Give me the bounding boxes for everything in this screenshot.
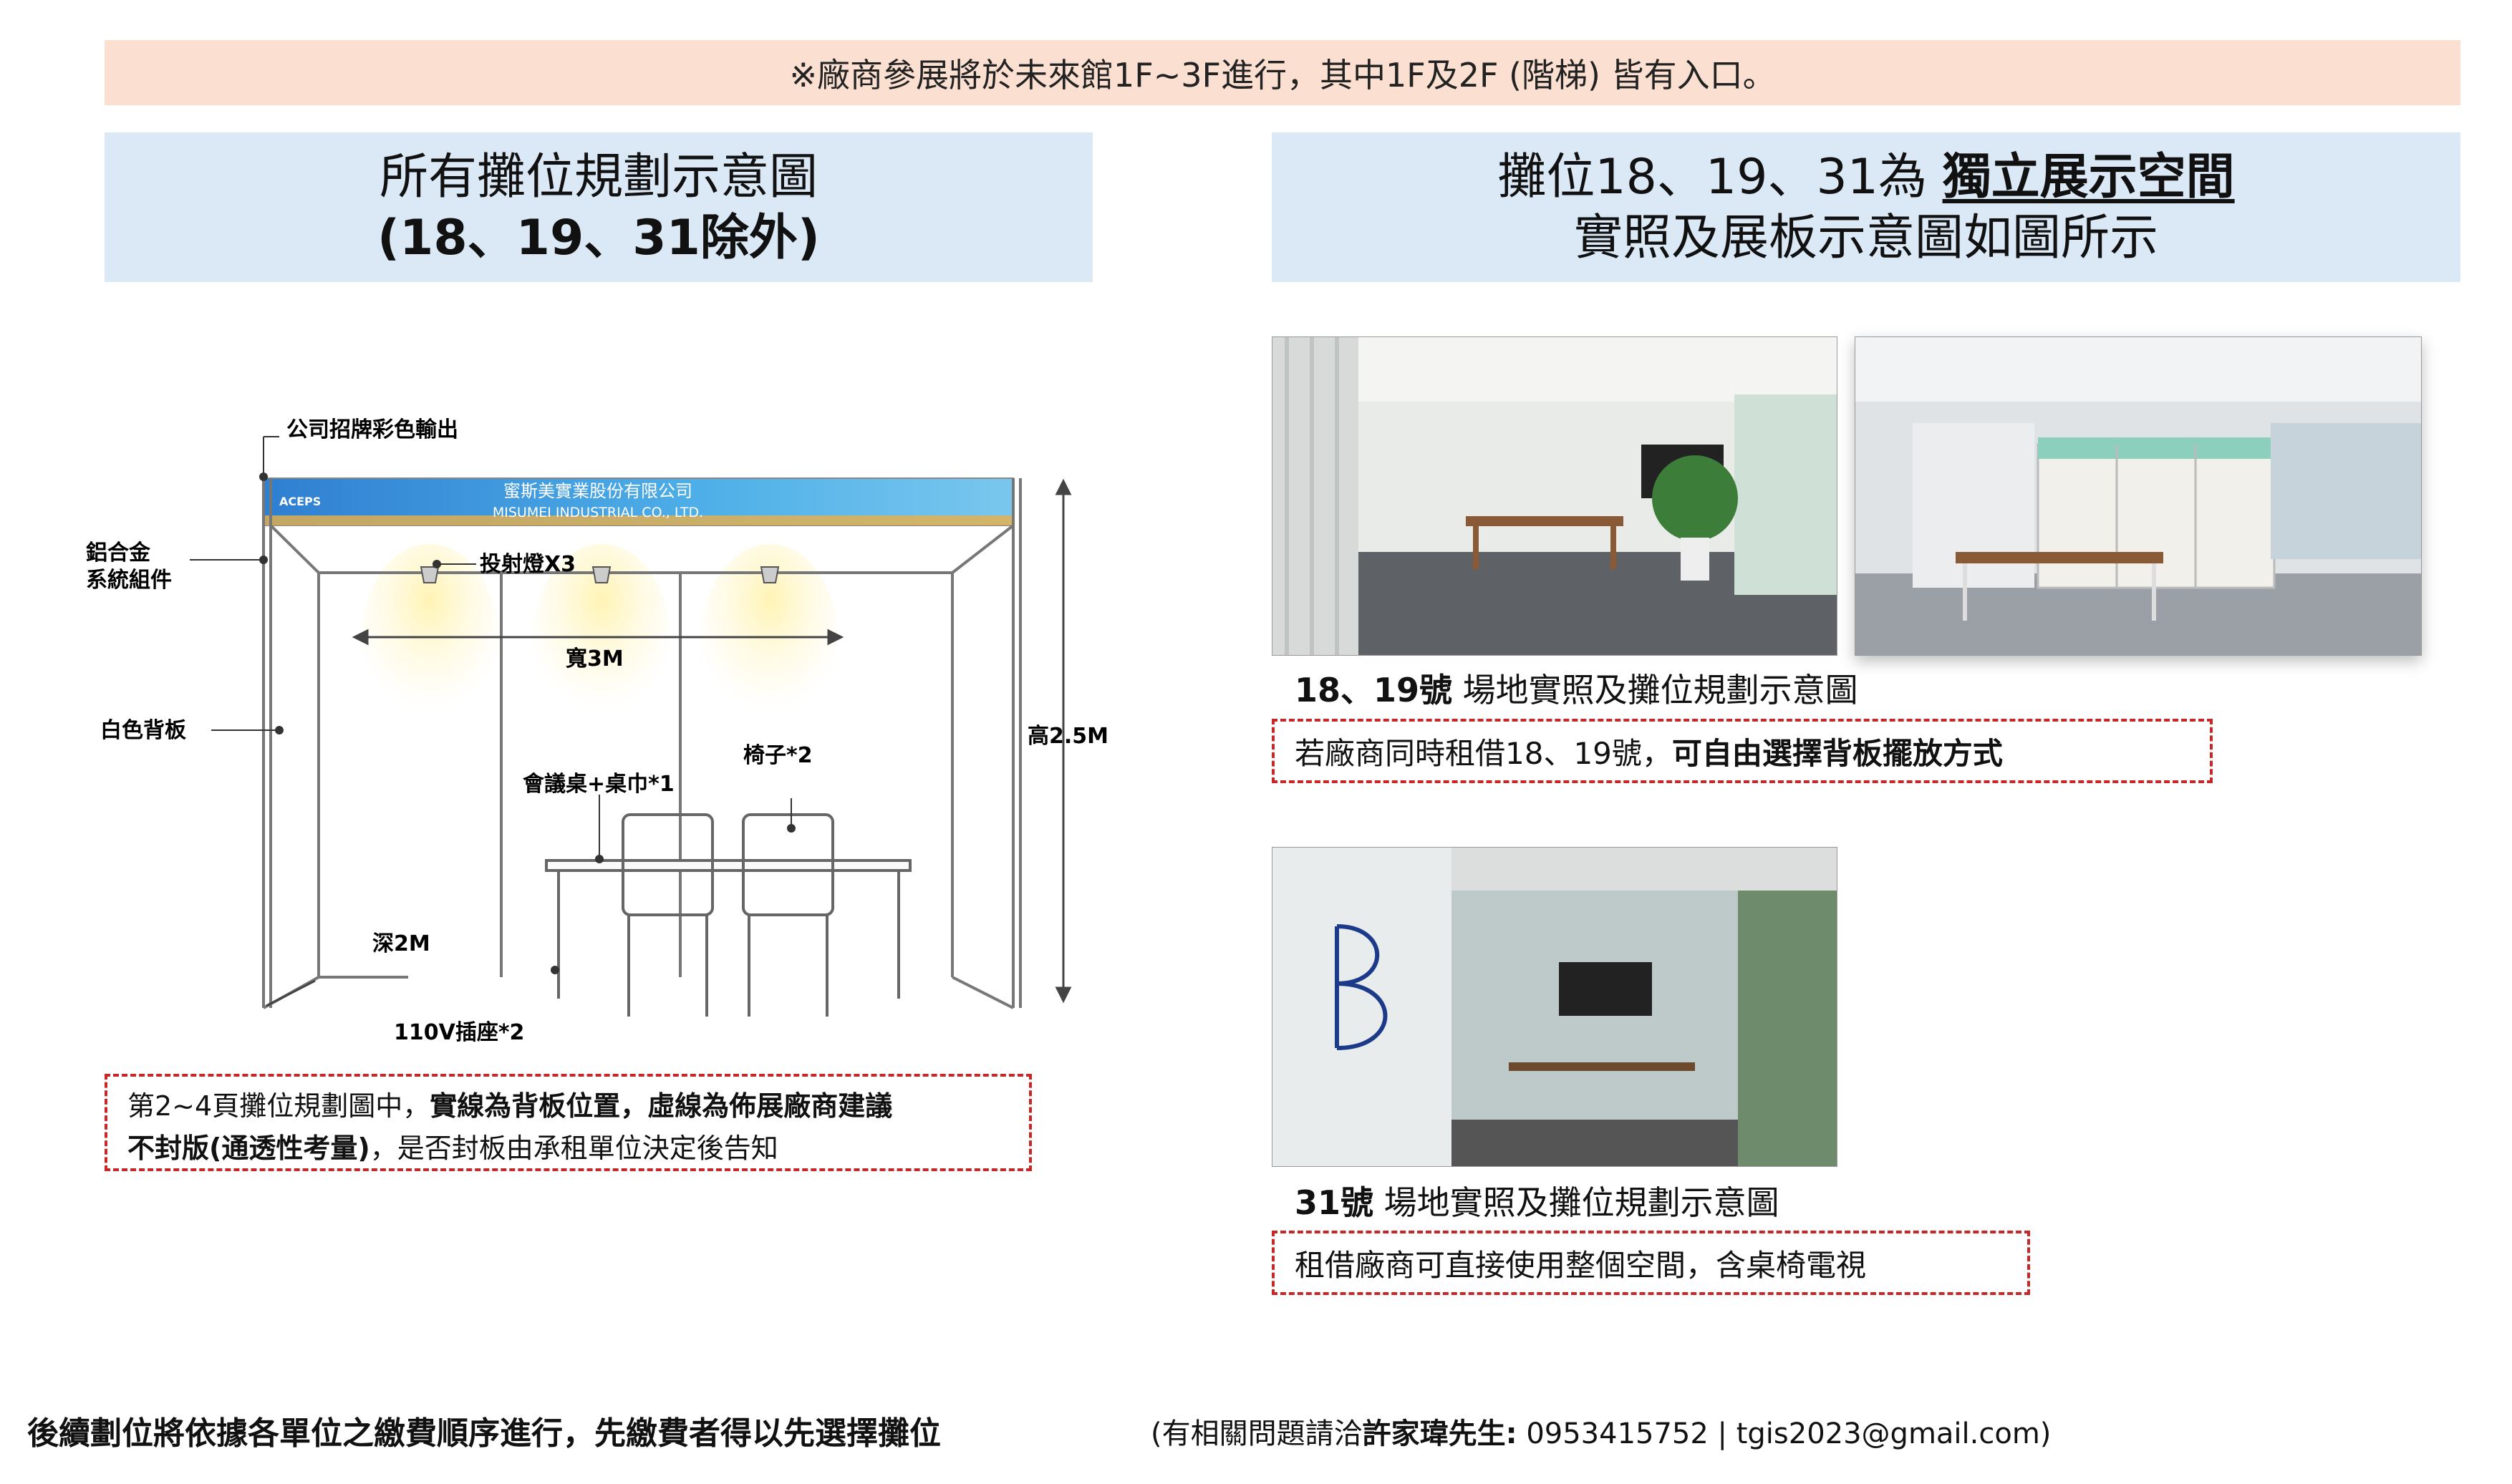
caption-31-text: 場地實照及攤位規劃示意圖 — [1373, 1183, 1779, 1222]
left-note: 第2~4頁攤位規劃圖中，實線為背板位置，虛線為佈展廠商建議 不封版(通透性考量)… — [105, 1074, 1032, 1171]
footer-contact-name: 許家瑋先生: — [1362, 1417, 1517, 1450]
photo-booth-31 — [1272, 847, 1837, 1167]
left-header: 所有攤位規劃示意圖 (18、19、31除外) — [105, 132, 1093, 282]
sign-label: 公司招牌彩色輸出 — [286, 417, 458, 442]
caption-31: 31號 場地實照及攤位規劃示意圖 — [1295, 1177, 1779, 1224]
caption-18-19-text: 場地實照及攤位規劃示意圖 — [1452, 671, 1858, 709]
backboard-label: 白色背板 — [100, 718, 186, 743]
note-31-text: 租借廠商可直接使用整個空間，含桌椅電視 — [1295, 1247, 1867, 1283]
aluminum-frame — [262, 478, 1022, 1009]
height-label: 高2.5M — [1028, 724, 1108, 749]
sign-logo: ACEPS — [279, 495, 321, 508]
note-31: 租借廠商可直接使用整個空間，含桌椅電視 — [1272, 1231, 2030, 1295]
depth-label: 深2M — [372, 931, 430, 956]
aluminum-label-1: 鋁合金 — [86, 540, 151, 566]
left-header-line1: 所有攤位規劃示意圖 — [379, 148, 818, 205]
footer-contact-info: 0953415752 | tgis2023@gmail.com) — [1517, 1417, 2052, 1450]
socket-label: 110V插座*2 — [394, 1020, 524, 1045]
right-header-emphasis: 獨立展示空間 — [1942, 148, 2235, 205]
caption-18-19: 18、19號 場地實照及攤位規劃示意圖 — [1295, 664, 1858, 712]
caption-31-number: 31號 — [1295, 1183, 1374, 1222]
table-label: 會議桌+桌巾*1 — [523, 772, 675, 797]
footer-right-prefix: (有相關問題請洽 — [1151, 1417, 1363, 1450]
right-header-line2: 實照及展板示意圖如圖所示 — [1573, 209, 2158, 266]
aluminum-label-2: 系統組件 — [86, 568, 172, 593]
left-header-line2: (18、19、31除外) — [377, 209, 821, 266]
right-header: 攤位18、19、31為 獨立展示空間 實照及展板示意圖如圖所示 — [1272, 132, 2460, 282]
chair-icons — [622, 813, 834, 1017]
left-note-part1: 第2~4頁攤位規劃圖中， — [127, 1090, 430, 1122]
spotlight-label: 投射燈X3 — [480, 552, 576, 577]
sign-company-cn: 蜜斯美實業股份有限公司 — [503, 481, 692, 501]
note-18-19: 若廠商同時租借18、19號， 可自由選擇背板擺放方式 — [1272, 719, 2213, 783]
left-note-part2: 實線為背板位置，虛線為佈展廠商建議 — [430, 1090, 893, 1122]
note-18-19-normal: 若廠商同時租借18、19號， — [1295, 735, 1672, 771]
depth-arrow — [266, 979, 316, 1007]
right-header-prefix: 攤位18、19、31為 — [1497, 148, 1943, 205]
footer-right: (有相關問題請洽許家瑋先生: 0953415752 | tgis2023@gma… — [1151, 1410, 2051, 1452]
note-18-19-bold: 可自由選擇背板擺放方式 — [1671, 735, 2003, 771]
sign-company-en: MISUMEI INDUSTRIAL CO., LTD. — [493, 505, 703, 520]
chairs-label: 椅子*2 — [743, 743, 813, 768]
notice-text: ※廠商參展將於未來館1F~3F進行，其中1F及2F (階梯) 皆有入口。 — [789, 55, 1776, 94]
right-header-line1: 攤位18、19、31為 獨立展示空間 — [1497, 147, 2234, 208]
left-note-part4: ，是否封板由承租單位決定後告知 — [369, 1132, 778, 1164]
footer-left: 後續劃位將依據各單位之繳費順序進行，先繳費者得以先選擇攤位 — [27, 1415, 941, 1452]
photo-booth-18-19-actual — [1272, 336, 1837, 656]
notice-bar: ※廠商參展將於未來館1F~3F進行，其中1F及2F (階梯) 皆有入口。 — [105, 40, 2460, 105]
photo-booth-18-19-panels — [1855, 336, 2422, 656]
width-label: 寬3M — [566, 646, 624, 671]
booth-diagram: ACEPS 蜜斯美實業股份有限公司 MISUMEI INDUSTRIAL CO.… — [86, 417, 1108, 1045]
caption-18-19-number: 18、19號 — [1295, 671, 1453, 709]
left-note-part3: 不封版(通透性考量) — [127, 1132, 370, 1164]
conference-table — [545, 859, 912, 999]
